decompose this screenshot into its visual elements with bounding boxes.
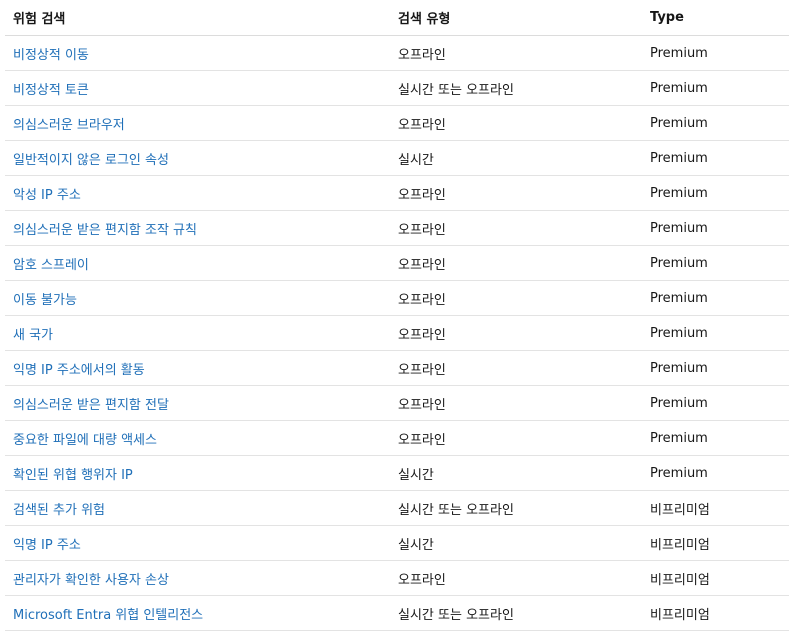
header-risk-detection: 위험 검색 [5, 0, 390, 36]
table-row: 암호 스프레이 오프라인 Premium [5, 245, 789, 281]
risk-detection-cell: 확인된 위협 행위자 IP [5, 455, 390, 491]
risk-detection-link[interactable]: 의심스러운 받은 편지함 전달 [13, 398, 169, 413]
risk-detection-cell: 검색된 추가 위험 [5, 490, 390, 526]
risk-detection-link[interactable]: 익명 IP 주소에서의 활동 [13, 363, 145, 378]
table-header-row: 위험 검색 검색 유형 Type [5, 0, 789, 36]
detection-type-cell: 오프라인 [390, 560, 642, 596]
table-row: 관리자가 확인한 사용자 손상 오프라인 비프리미엄 [5, 560, 789, 596]
detection-type-cell: 오프라인 [390, 315, 642, 351]
risk-detection-link[interactable]: 익명 IP 주소 [13, 538, 81, 553]
type-cell: Premium [642, 175, 789, 211]
risk-detection-cell: 익명 IP 주소 [5, 525, 390, 561]
type-cell: 비프리미엄 [642, 595, 789, 631]
risk-detection-link[interactable]: 의심스러운 브라우저 [13, 118, 125, 133]
table-row: 새 국가 오프라인 Premium [5, 315, 789, 351]
table-row: 중요한 파일에 대량 액세스 오프라인 Premium [5, 420, 789, 456]
detection-type-cell: 실시간 [390, 140, 642, 176]
risk-detection-link[interactable]: 비정상적 이동 [13, 48, 89, 63]
detection-type-cell: 오프라인 [390, 280, 642, 316]
risk-detection-link[interactable]: 중요한 파일에 대량 액세스 [13, 433, 157, 448]
table-row: 익명 IP 주소 실시간 비프리미엄 [5, 525, 789, 561]
detection-type-cell: 실시간 또는 오프라인 [390, 490, 642, 526]
type-cell: Premium [642, 245, 789, 281]
type-cell: Premium [642, 315, 789, 351]
table-row: 익명 IP 주소에서의 활동 오프라인 Premium [5, 350, 789, 386]
risk-detection-cell: 익명 IP 주소에서의 활동 [5, 350, 390, 386]
type-cell: 비프리미엄 [642, 490, 789, 526]
risk-detection-cell: 중요한 파일에 대량 액세스 [5, 420, 390, 456]
risk-detection-link[interactable]: 악성 IP 주소 [13, 188, 81, 203]
type-cell: Premium [642, 140, 789, 176]
detection-type-cell: 오프라인 [390, 105, 642, 141]
risk-detection-link[interactable]: 관리자가 확인한 사용자 손상 [13, 573, 169, 588]
risk-detection-table: 위험 검색 검색 유형 Type 비정상적 이동 오프라인 Premium 비정… [5, 0, 789, 631]
risk-detection-link[interactable]: 의심스러운 받은 편지함 조작 규칙 [13, 223, 197, 238]
risk-detection-cell: 비정상적 토큰 [5, 70, 390, 106]
type-cell: Premium [642, 455, 789, 491]
table-row: 의심스러운 브라우저 오프라인 Premium [5, 105, 789, 141]
type-cell: Premium [642, 385, 789, 421]
type-cell: Premium [642, 35, 789, 71]
risk-detection-link[interactable]: 검색된 추가 위험 [13, 503, 105, 518]
risk-detection-link[interactable]: Microsoft Entra 위협 인텔리전스 [13, 608, 203, 623]
risk-detection-link[interactable]: 새 국가 [13, 328, 53, 343]
table-row: 비정상적 토큰 실시간 또는 오프라인 Premium [5, 70, 789, 106]
risk-detection-link[interactable]: 암호 스프레이 [13, 258, 89, 273]
risk-detection-link[interactable]: 비정상적 토큰 [13, 83, 89, 98]
risk-detection-cell: 악성 IP 주소 [5, 175, 390, 211]
risk-detection-cell: 암호 스프레이 [5, 245, 390, 281]
detection-type-cell: 오프라인 [390, 350, 642, 386]
risk-detection-cell: 비정상적 이동 [5, 35, 390, 71]
risk-detection-link[interactable]: 이동 불가능 [13, 293, 77, 308]
table-row: 비정상적 이동 오프라인 Premium [5, 35, 789, 71]
detection-type-cell: 오프라인 [390, 420, 642, 456]
table-row: Microsoft Entra 위협 인텔리전스 실시간 또는 오프라인 비프리… [5, 595, 789, 631]
detection-type-cell: 오프라인 [390, 175, 642, 211]
type-cell: Premium [642, 420, 789, 456]
table-row: 확인된 위협 행위자 IP 실시간 Premium [5, 455, 789, 491]
detection-type-cell: 오프라인 [390, 35, 642, 71]
header-detection-type: 검색 유형 [390, 0, 642, 36]
risk-detection-cell: 의심스러운 받은 편지함 조작 규칙 [5, 210, 390, 246]
detection-type-cell: 실시간 [390, 525, 642, 561]
type-cell: 비프리미엄 [642, 560, 789, 596]
risk-detection-cell: 의심스러운 브라우저 [5, 105, 390, 141]
detection-type-cell: 오프라인 [390, 245, 642, 281]
detection-type-cell: 오프라인 [390, 210, 642, 246]
table-row: 이동 불가능 오프라인 Premium [5, 280, 789, 316]
table-row: 검색된 추가 위험 실시간 또는 오프라인 비프리미엄 [5, 490, 789, 526]
table-row: 일반적이지 않은 로그인 속성 실시간 Premium [5, 140, 789, 176]
risk-detection-cell: 의심스러운 받은 편지함 전달 [5, 385, 390, 421]
type-cell: Premium [642, 105, 789, 141]
risk-detection-cell: 새 국가 [5, 315, 390, 351]
type-cell: Premium [642, 350, 789, 386]
risk-detection-cell: 이동 불가능 [5, 280, 390, 316]
risk-detection-cell: 일반적이지 않은 로그인 속성 [5, 140, 390, 176]
type-cell: Premium [642, 210, 789, 246]
detection-type-cell: 실시간 또는 오프라인 [390, 70, 642, 106]
type-cell: Premium [642, 70, 789, 106]
header-type: Type [642, 0, 789, 36]
risk-detection-cell: Microsoft Entra 위협 인텔리전스 [5, 595, 390, 631]
type-cell: Premium [642, 280, 789, 316]
risk-detection-link[interactable]: 확인된 위협 행위자 IP [13, 468, 133, 483]
risk-detection-link[interactable]: 일반적이지 않은 로그인 속성 [13, 153, 169, 168]
detection-type-cell: 실시간 또는 오프라인 [390, 595, 642, 631]
table-row: 의심스러운 받은 편지함 조작 규칙 오프라인 Premium [5, 210, 789, 246]
table-row: 의심스러운 받은 편지함 전달 오프라인 Premium [5, 385, 789, 421]
risk-detection-cell: 관리자가 확인한 사용자 손상 [5, 560, 390, 596]
detection-type-cell: 실시간 [390, 455, 642, 491]
detection-type-cell: 오프라인 [390, 385, 642, 421]
table-row: 악성 IP 주소 오프라인 Premium [5, 175, 789, 211]
type-cell: 비프리미엄 [642, 525, 789, 561]
